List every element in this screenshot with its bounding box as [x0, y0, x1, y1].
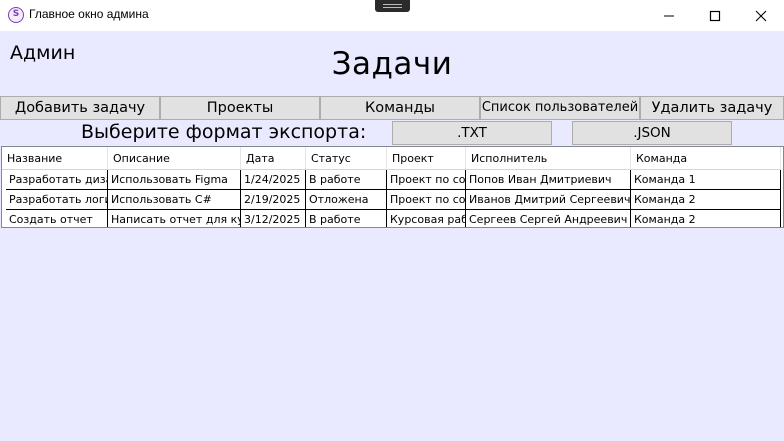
cell-status[interactable]: Отложена	[306, 190, 387, 210]
maximize-button[interactable]	[692, 0, 738, 31]
cell-project[interactable]: Курсовая работа	[387, 210, 466, 227]
teams-button[interactable]: Команды	[320, 96, 480, 120]
cell-description[interactable]: Написать отчет для курсовой	[108, 210, 241, 227]
table-row[interactable]: Разработать логику Использовать C# 2/19/…	[2, 190, 783, 210]
cell-name[interactable]: Разработать дизайн	[6, 170, 108, 190]
cell-status[interactable]: В работе	[306, 210, 387, 227]
cell-description[interactable]: Использовать C#	[108, 190, 241, 210]
window-title: Главное окно админа	[29, 7, 149, 21]
export-json-button[interactable]: .JSON	[572, 121, 732, 145]
cell-status[interactable]: В работе	[306, 170, 387, 190]
cell-date[interactable]: 2/19/2025	[241, 190, 306, 210]
cell-name[interactable]: Создать отчет	[6, 210, 108, 227]
title-bar[interactable]: S Главное окно админа	[0, 0, 784, 31]
cell-project[interactable]: Проект по созданию	[387, 170, 466, 190]
tasks-grid[interactable]: Название Описание Дата Статус Проект Исп…	[1, 146, 784, 228]
column-header-status[interactable]: Статус	[306, 147, 387, 170]
close-button[interactable]	[738, 0, 784, 31]
minimize-button[interactable]	[646, 0, 692, 31]
add-task-button[interactable]: Добавить задачу	[0, 96, 160, 120]
cell-team[interactable]: Команда 2	[631, 190, 781, 210]
column-header-assignee[interactable]: Исполнитель	[466, 147, 631, 170]
cell-project[interactable]: Проект по созданию	[387, 190, 466, 210]
table-row[interactable]: Создать отчет Написать отчет для курсово…	[2, 210, 783, 227]
column-header-team[interactable]: Команда	[631, 147, 781, 170]
export-txt-button[interactable]: .TXT	[392, 121, 552, 145]
delete-task-button[interactable]: Удалить задачу	[640, 96, 784, 120]
maximize-icon	[709, 10, 721, 22]
column-header-description[interactable]: Описание	[108, 147, 241, 170]
cell-assignee[interactable]: Попов Иван Дмитриевич	[466, 170, 631, 190]
cell-date[interactable]: 1/24/2025	[241, 170, 306, 190]
column-header-date[interactable]: Дата	[241, 147, 306, 170]
column-header-project[interactable]: Проект	[387, 147, 466, 170]
projects-button[interactable]: Проекты	[160, 96, 320, 120]
export-format-label: Выберите формат экспорта:	[81, 121, 367, 143]
close-icon	[755, 10, 767, 22]
snap-handle[interactable]	[375, 0, 410, 12]
table-row[interactable]: Разработать дизайн Использовать Figma 1/…	[2, 170, 783, 190]
cell-date[interactable]: 3/12/2025	[241, 210, 306, 227]
app-logo-icon: S	[8, 7, 24, 23]
grid-header: Название Описание Дата Статус Проект Исп…	[2, 147, 783, 170]
page-title: Задачи	[331, 46, 453, 82]
column-header-name[interactable]: Название	[2, 147, 108, 170]
cell-name[interactable]: Разработать логику	[6, 190, 108, 210]
cell-assignee[interactable]: Сергеев Сергей Андреевич	[466, 210, 631, 227]
cell-description[interactable]: Использовать Figma	[108, 170, 241, 190]
cell-team[interactable]: Команда 2	[631, 210, 781, 227]
cell-team[interactable]: Команда 1	[631, 170, 781, 190]
cell-assignee[interactable]: Иванов Дмитрий Сергеевич	[466, 190, 631, 210]
minimize-icon	[664, 15, 674, 17]
users-list-button[interactable]: Список пользователей	[480, 96, 640, 120]
